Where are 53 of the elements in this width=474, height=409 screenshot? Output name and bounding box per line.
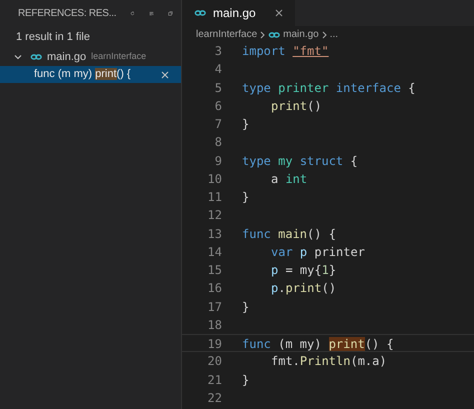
- results-summary: 1 result in 1 file: [15, 30, 91, 45]
- line-number: 17: [206, 298, 222, 316]
- chevron-icon: [322, 30, 327, 38]
- panel-title: REFERENCES: RES...: [18, 6, 116, 20]
- code-line: var p printer: [270, 244, 365, 261]
- code-line: print(): [270, 98, 322, 115]
- code-line: a int: [270, 170, 308, 188]
- breadcrumb-item[interactable]: learnInterface: [196, 27, 258, 42]
- line-number: 16: [206, 280, 222, 298]
- code-line: type printer interface {: [241, 80, 416, 96]
- line-number: 7: [214, 116, 222, 133]
- line-number: 5: [214, 80, 222, 96]
- line-number: 13: [206, 226, 222, 242]
- code-line: }: [241, 116, 250, 133]
- code-line: type my struct {: [241, 152, 358, 170]
- result-text: func (m my) print() {: [34, 67, 131, 82]
- close-icon[interactable]: [274, 9, 283, 17]
- code-line: }: [241, 372, 250, 388]
- line-number: 9: [214, 152, 222, 170]
- line-number: 3: [214, 43, 222, 60]
- line-number: 14: [206, 244, 222, 261]
- breadcrumb-item[interactable]: ...: [330, 27, 338, 42]
- line-number: 20: [206, 353, 222, 370]
- code-line: func main() {: [241, 226, 336, 242]
- go-file-icon: [194, 10, 206, 16]
- file-name: main.go: [47, 50, 86, 65]
- go-file-icon: [268, 32, 280, 38]
- line-number: 19: [206, 336, 222, 352]
- code-line: }: [241, 189, 250, 206]
- breadcrumb-item[interactable]: main.go: [283, 27, 319, 42]
- code-line: fmt.Println(m.a): [270, 353, 387, 370]
- close-icon[interactable]: [161, 70, 169, 78]
- tree-item[interactable]: main.go learnInterface: [0, 48, 181, 66]
- line-number: 10: [206, 170, 222, 188]
- line-number: 11: [206, 189, 222, 206]
- code-line: import "fmt": [241, 43, 329, 60]
- line-number: 21: [206, 372, 222, 388]
- line-number: 4: [214, 61, 222, 78]
- line-number: 15: [206, 262, 222, 279]
- line-number: 18: [206, 316, 222, 334]
- folder-name: learnInterface: [91, 50, 146, 64]
- line-number: 6: [214, 98, 222, 115]
- editor-tab[interactable]: main.go: [182, 0, 295, 26]
- line-number: 12: [206, 207, 222, 224]
- code-line: p.print(): [270, 280, 336, 298]
- code-line: func (m my) print() {: [241, 336, 394, 352]
- code-line: }: [241, 298, 250, 316]
- result-item[interactable]: func (m my) print() {: [0, 66, 181, 83]
- go-file-icon: [30, 54, 42, 60]
- line-number: 8: [214, 134, 222, 152]
- chevron-icon: [260, 30, 266, 38]
- code-line: p = my{1}: [270, 262, 336, 279]
- line-number: 22: [206, 390, 222, 407]
